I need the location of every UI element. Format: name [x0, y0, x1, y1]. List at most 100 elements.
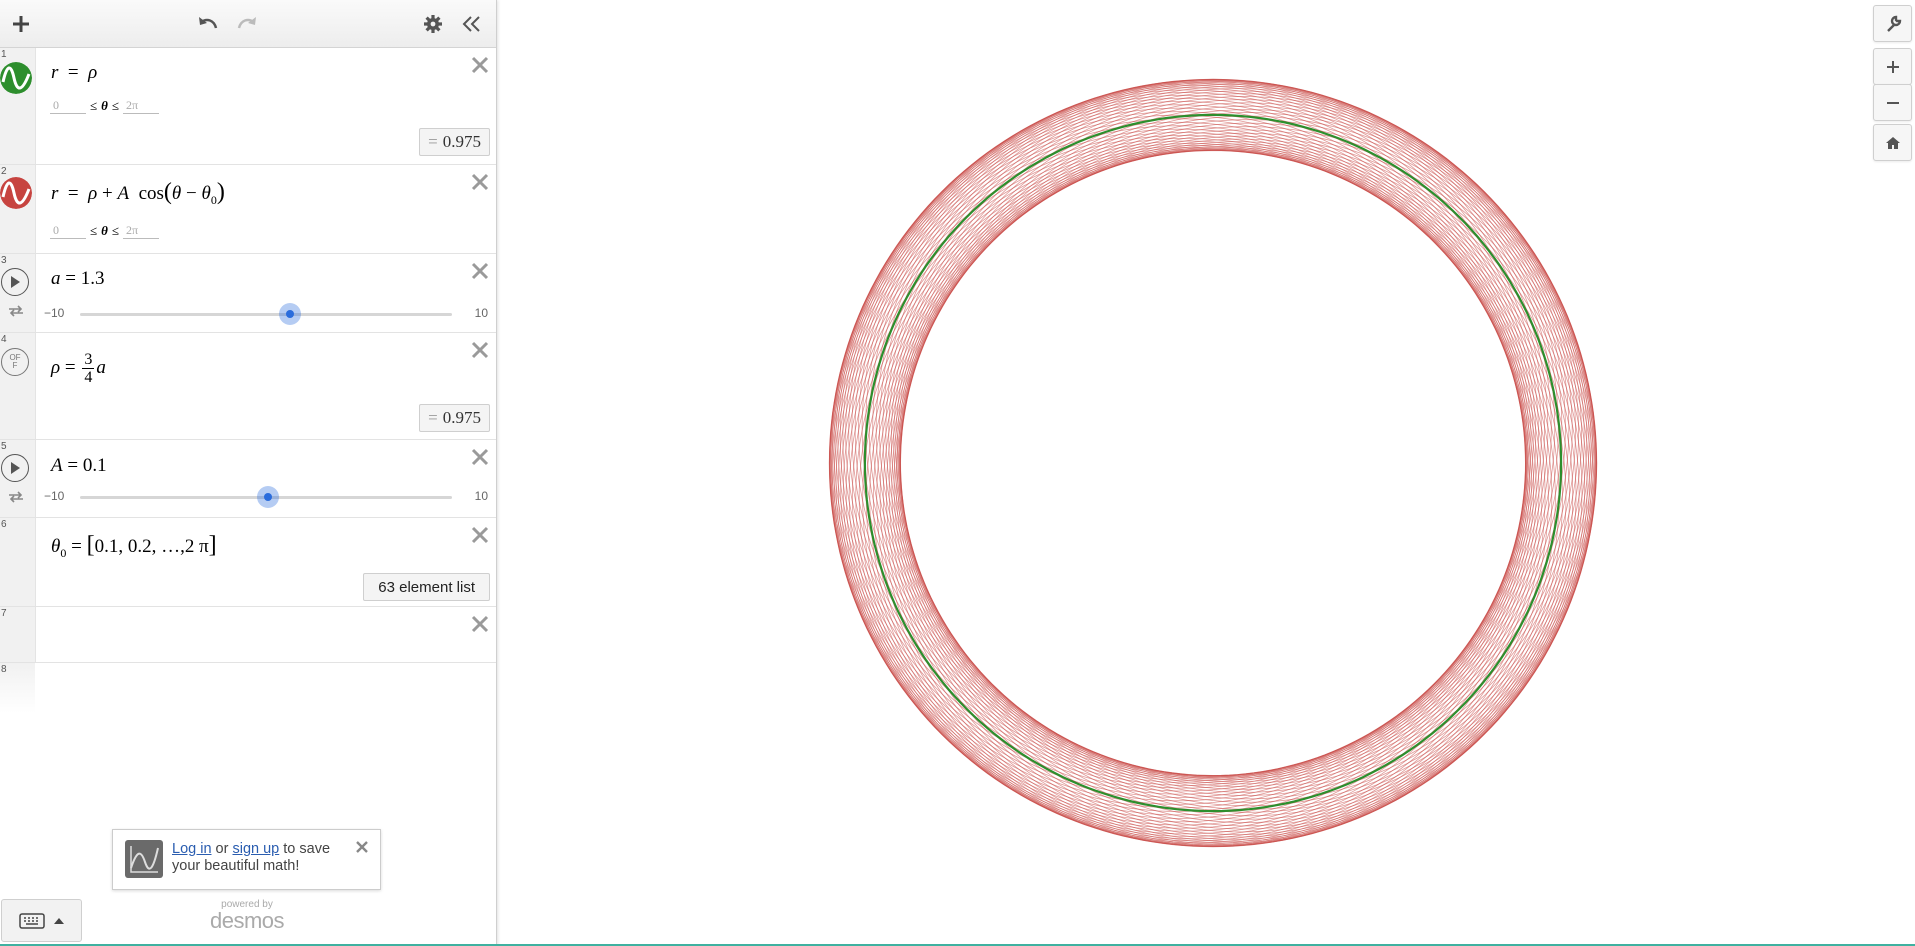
- play-icon: [11, 462, 20, 474]
- expression-row-3[interactable]: 3 a = 1.3 −10 10: [0, 254, 496, 333]
- expression-panel: 1 r = ρ 0 ≤ θ ≤ 2π = 0.975 2 r = ρ + A c…: [0, 0, 497, 946]
- login-or-text: or: [215, 841, 229, 857]
- expression-math[interactable]: A = 0.1: [51, 455, 107, 477]
- expression-math[interactable]: a = 1.3: [51, 268, 104, 290]
- home-button[interactable]: [1873, 124, 1912, 161]
- expression-math[interactable]: r = ρ: [51, 62, 97, 84]
- collapse-panel-button[interactable]: [456, 8, 488, 40]
- math-lhs: r: [51, 62, 59, 83]
- expression-gutter: 1: [0, 48, 36, 164]
- domain-min-field[interactable]: 0: [50, 98, 86, 114]
- close-icon[interactable]: [469, 613, 491, 635]
- expression-row-5[interactable]: 5 A = 0.1 −10 10: [0, 440, 496, 518]
- math-variable: a: [96, 356, 106, 378]
- close-icon[interactable]: [469, 339, 491, 361]
- slider-max-label[interactable]: 10: [475, 306, 488, 320]
- undo-button[interactable]: [192, 8, 224, 40]
- slider-thumb[interactable]: [279, 303, 302, 325]
- expression-gutter: 7: [0, 607, 36, 662]
- slider-a[interactable]: −10 10: [44, 303, 488, 325]
- slider-min-label[interactable]: −10: [44, 489, 64, 503]
- graph-canvas[interactable]: [497, 0, 1915, 944]
- domain-restriction[interactable]: 0 ≤ θ ≤ 2π: [50, 98, 160, 114]
- line-number: 5: [1, 441, 7, 452]
- desmos-wordmark: desmos: [209, 908, 285, 933]
- red-offset-circle: [861, 78, 1563, 776]
- expression-row-4[interactable]: 4 OF F ρ = 34a = 0.975: [0, 333, 496, 440]
- expression-row-7[interactable]: 7: [0, 607, 496, 663]
- line-number: 8: [1, 664, 7, 675]
- math-lhs: θ: [51, 536, 61, 557]
- curve-color-icon[interactable]: [0, 62, 32, 94]
- play-button[interactable]: [1, 454, 29, 482]
- caret-up-icon: [53, 917, 64, 924]
- close-icon[interactable]: [469, 171, 491, 193]
- slider-track[interactable]: [80, 303, 452, 325]
- math-rhs: ρ: [88, 62, 98, 83]
- login-message: Log in or sign up to save your beautiful…: [172, 841, 342, 875]
- math-amplitude: A: [117, 183, 130, 204]
- powered-by-desmos[interactable]: powered by desmos: [207, 900, 287, 932]
- double-chevron-left-icon: [462, 16, 480, 32]
- red-curve-family: [828, 78, 1598, 848]
- loop-icon[interactable]: [7, 304, 25, 318]
- login-link[interactable]: Log in: [172, 841, 212, 857]
- signup-link[interactable]: sign up: [232, 841, 279, 857]
- expression-row-8[interactable]: 8: [0, 663, 35, 713]
- wrench-icon: [1886, 15, 1901, 32]
- graph-svg[interactable]: [497, 0, 1915, 944]
- slider-max-label[interactable]: 10: [475, 489, 488, 503]
- fraction-denominator: 4: [84, 369, 93, 386]
- expression-math[interactable]: θ0 = [0.1, 0.2, …,2 π]: [51, 532, 217, 561]
- loop-icon[interactable]: [7, 490, 25, 504]
- slider-min-label[interactable]: −10: [44, 306, 64, 320]
- slider-A[interactable]: −10 10: [44, 486, 488, 508]
- redo-icon: [237, 17, 256, 29]
- expression-gutter: 6: [0, 518, 36, 606]
- close-icon[interactable]: [469, 260, 491, 282]
- zoom-out-icon: [1886, 101, 1899, 104]
- expression-row-2[interactable]: 2 r = ρ + A cos(θ − θ0) 0 ≤ θ ≤ 2π: [0, 165, 496, 254]
- evaluation-box: = 0.975: [419, 128, 490, 156]
- gear-icon: [424, 15, 442, 33]
- undo-icon: [199, 17, 218, 29]
- expression-row-6[interactable]: 6 θ0 = [0.1, 0.2, …,2 π] 63 element list: [0, 518, 496, 607]
- curve-color-icon[interactable]: [0, 177, 32, 209]
- close-icon[interactable]: [469, 446, 491, 468]
- zoom-in-button[interactable]: [1873, 48, 1912, 85]
- expression-math[interactable]: ρ = 34a: [51, 351, 106, 386]
- line-number: 4: [1, 334, 7, 345]
- domain-restriction[interactable]: 0 ≤ θ ≤ 2π: [50, 223, 160, 239]
- math-theta: θ: [171, 183, 182, 204]
- slider-value: 0.1: [82, 455, 107, 476]
- expression-math[interactable]: r = ρ + A cos(θ − θ0): [51, 179, 225, 208]
- play-button[interactable]: [1, 268, 29, 296]
- hidden-toggle-icon[interactable]: OF F: [1, 348, 29, 376]
- line-number: 2: [1, 166, 7, 177]
- math-subscript: 0: [60, 545, 67, 560]
- add-item-button[interactable]: [5, 8, 37, 40]
- home-icon: [1885, 136, 1900, 149]
- line-number: 7: [1, 608, 7, 619]
- slider-thumb[interactable]: [256, 486, 279, 508]
- close-icon[interactable]: [469, 54, 491, 76]
- close-icon[interactable]: [469, 524, 491, 546]
- graph-settings-button[interactable]: [1873, 5, 1912, 42]
- slider-track[interactable]: [80, 486, 452, 508]
- domain-max-field[interactable]: 2π: [123, 98, 160, 114]
- evaluation-box: = 0.975: [419, 404, 490, 432]
- domain-max-field[interactable]: 2π: [123, 223, 160, 239]
- close-icon[interactable]: [355, 840, 369, 854]
- domain-min-field[interactable]: 0: [50, 223, 86, 239]
- math-rho: ρ: [88, 183, 98, 204]
- expression-gutter: 2: [0, 165, 36, 253]
- math-lhs: r: [51, 183, 59, 204]
- evaluation-value: 0.975: [442, 132, 481, 151]
- keyboard-toggle-button[interactable]: [1, 899, 82, 942]
- expression-row-1[interactable]: 1 r = ρ 0 ≤ θ ≤ 2π = 0.975: [0, 48, 496, 165]
- zoom-out-button[interactable]: [1873, 84, 1912, 121]
- redo-button[interactable]: [231, 8, 263, 40]
- line-number: 1: [1, 49, 7, 60]
- settings-button[interactable]: [417, 8, 449, 40]
- line-number: 3: [1, 255, 7, 266]
